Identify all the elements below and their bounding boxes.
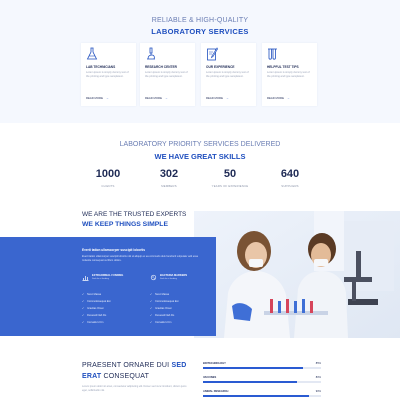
check-icon: ✓	[82, 307, 85, 310]
skill-label: VACCINES	[203, 376, 217, 379]
card-description: Lorem ipsum is simply dummy text of the …	[86, 71, 129, 78]
skill-fill	[203, 395, 310, 397]
trusted-info-box: Everti tation ullamcorper suscipit lobor…	[0, 237, 216, 336]
skill-label: BIOTECHNOLOGY	[203, 362, 226, 365]
services-subtitle: RELIABLE & HIGH-QUALITY	[151, 17, 249, 24]
praesent-description: Lorem ipsum dolor sit amet, consectetur …	[82, 385, 187, 392]
praesent-title-line2: ERAT CONSEQUAT	[82, 373, 150, 380]
feature-title: EXTRAORINAL FUNDING	[92, 274, 124, 277]
stat-label: MEMBERS	[161, 184, 177, 188]
card-description: Lorem ipsum is simply dummy text of the …	[267, 71, 310, 78]
service-card-helpful-test-tips[interactable]: HELPFUL TEST TIPS Lorem ipsum is simply …	[262, 43, 317, 106]
stat-number: 50	[223, 168, 237, 180]
read-more-link[interactable]: READ MORE →	[86, 96, 109, 100]
read-more-link[interactable]: READ MORE →	[145, 96, 168, 100]
praesent-title-line1: PRAESENT ORNARE DUI SED	[82, 362, 187, 369]
skill-track	[203, 381, 321, 383]
test-tubes-icon	[268, 48, 277, 60]
box-description: Everti tation ullamcorper suscipit lobor…	[82, 255, 199, 262]
skill-track	[203, 395, 321, 397]
service-card-research-center[interactable]: RESEARCH CENTER Lorem ipsum is simply du…	[140, 43, 195, 106]
card-title: RESEARCH CENTER	[145, 65, 177, 69]
stat-label: CLIENTS	[101, 184, 115, 188]
stat-label: SUPPLIERS	[281, 184, 299, 188]
list-item: ✓ Convalis Id Un	[150, 321, 172, 324]
feature-subtitle: Sed do ut leading	[160, 278, 178, 280]
skill-fill	[203, 367, 304, 369]
bacteria-icon	[150, 274, 157, 281]
services-title: LABORATORY SERVICES	[151, 27, 249, 36]
skill-track	[203, 367, 321, 369]
stat-clients: 1000 CLIENTS	[78, 168, 138, 188]
stat-number: 640	[280, 168, 300, 180]
arrow-right-icon: →	[286, 96, 290, 100]
list-item: ✓ Nunc Massa	[82, 293, 102, 296]
trusted-title: WE ARE THE TRUSTED EXPERTS	[82, 211, 187, 218]
pen-clipboard-icon	[207, 47, 218, 61]
check-icon: ✓	[82, 314, 85, 317]
skill-percent: 90%	[315, 390, 321, 393]
read-more-link[interactable]: READ MORE →	[206, 96, 229, 100]
check-icon: ✓	[82, 293, 85, 296]
flask-icon	[86, 47, 98, 60]
microscope-icon	[147, 47, 155, 60]
box-heading: Everti tation ullamcorper suscipit lobor…	[82, 248, 146, 252]
stat-label: YEARS OF EXPERIENCE	[211, 184, 249, 188]
card-description: Lorem ipsum is simply dummy text of the …	[206, 71, 249, 78]
list-item: ✓ Commodosequat Est	[150, 300, 179, 303]
skill-percent: 85%	[315, 362, 321, 365]
check-icon: ✓	[150, 300, 153, 303]
skill-percent: 80%	[315, 376, 321, 379]
skill-label: ANIMAL RESEARCH	[203, 390, 229, 393]
card-title: OUR EXPERIENCE	[206, 65, 235, 69]
stat-number: 1000	[95, 168, 121, 180]
feature-subtitle: Sed do ut leading	[92, 278, 110, 280]
list-item: ✓ Commodosequat Est	[82, 300, 111, 303]
check-icon: ✓	[150, 314, 153, 317]
arrow-right-icon: →	[105, 96, 109, 100]
feature-title: BACTERIA MARKERS	[160, 274, 188, 277]
chart-icon	[82, 276, 89, 281]
check-icon: ✓	[150, 293, 153, 296]
lab-scientists-photo	[194, 211, 400, 338]
stat-members: 302 MEMBERS	[139, 168, 199, 188]
trusted-subtitle: WE KEEP THINGS SIMPLE	[82, 221, 168, 228]
card-title: HELPFUL TEST TIPS	[267, 65, 299, 69]
service-card-lab-technicians[interactable]: LAB TECHNICIANS Lorem ipsum is simply du…	[81, 43, 136, 106]
list-item: ✓ Gravitas Omen	[82, 307, 104, 310]
stat-number: 302	[159, 168, 179, 180]
services-section: RELIABLE & HIGH-QUALITY LABORATORY SERVI…	[0, 0, 400, 123]
stats-subtitle: LABORATORY PRIORITY SERVICES DELIVERED	[119, 141, 281, 148]
stat-years: 50 YEARS OF EXPERIENCE	[200, 168, 260, 188]
stat-suppliers: 640 SUPPLIERS	[260, 168, 320, 188]
check-icon: ✓	[150, 307, 153, 310]
list-item: ✓ Dunesult Nah Fis	[82, 314, 107, 317]
card-title: LAB TECHNICIANS	[86, 65, 116, 69]
card-description: Lorem ipsum is simply dummy text of the …	[145, 71, 188, 78]
service-card-our-experience[interactable]: OUR EXPERIENCE Lorem ipsum is simply dum…	[201, 43, 256, 106]
read-more-link[interactable]: READ MORE →	[267, 96, 290, 100]
arrow-right-icon: →	[164, 96, 168, 100]
check-icon: ✓	[82, 321, 85, 324]
list-item: ✓ Dunesult Nah Fis	[150, 314, 175, 317]
check-icon: ✓	[150, 321, 153, 324]
check-icon: ✓	[82, 300, 85, 303]
arrow-right-icon: →	[225, 96, 229, 100]
list-item: ✓ Gravitas Omen	[150, 307, 172, 310]
stats-title: WE HAVE GREAT SKILLS	[154, 152, 246, 161]
list-item: ✓ Convalis Id Un	[82, 321, 104, 324]
list-item: ✓ Nunc Massa	[150, 293, 170, 296]
skill-fill	[203, 381, 298, 383]
